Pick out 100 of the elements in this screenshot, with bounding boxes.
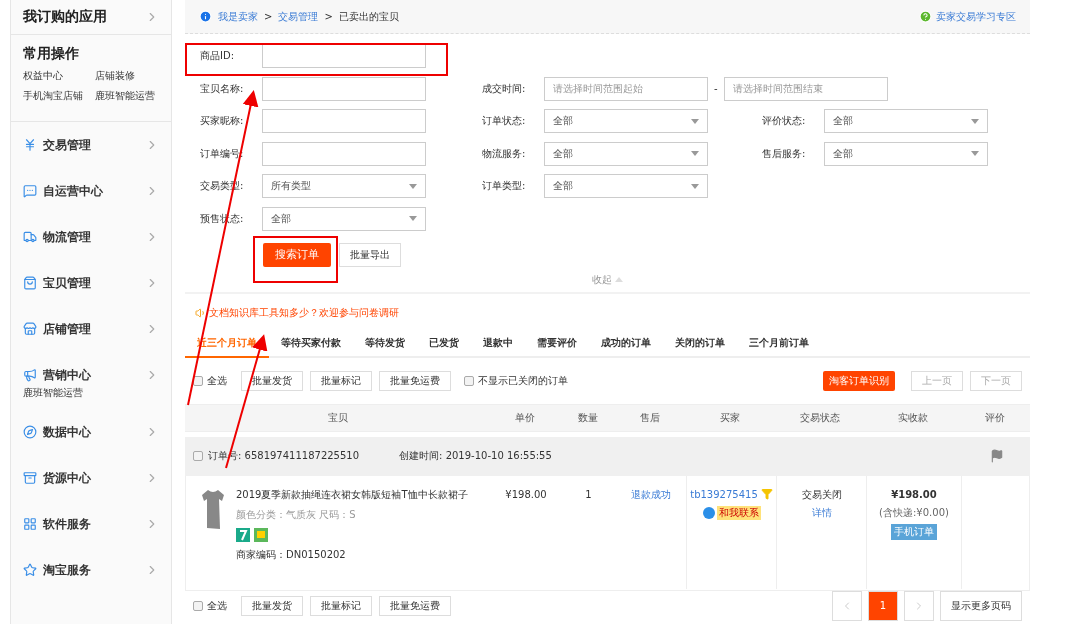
star-icon — [23, 563, 37, 577]
checkbox-label: 全选 — [207, 598, 227, 613]
info-icon — [199, 10, 212, 23]
survey-link[interactable]: 文档知识库工具知多少？欢迎参与问卷调研 — [209, 306, 399, 320]
order-tab[interactable]: 已发货 — [417, 331, 471, 358]
total-amount: ¥198.00 — [891, 487, 937, 502]
column-header: 实收款 — [896, 410, 929, 425]
created-time: 创建时间: 2019-10-10 16:55:55 — [399, 449, 552, 463]
product-title[interactable]: 2019夏季新款抽绳连衣裙女韩版短袖T恤中长款裙子 — [236, 487, 471, 502]
menu-item[interactable]: 数据中心 — [43, 423, 139, 441]
checkbox-label: 全选 — [207, 373, 227, 388]
checkbox[interactable] — [193, 600, 203, 611]
menu-item[interactable]: 营销中心 — [43, 366, 139, 384]
quick-link[interactable]: 权益中心 — [23, 69, 95, 83]
quick-link[interactable]: 手机淘宝店铺 — [23, 89, 95, 103]
truck-icon — [23, 230, 37, 244]
batch-button[interactable]: 批量免运费 — [379, 370, 451, 391]
unit-price: ¥198.00 — [505, 487, 547, 502]
text-field[interactable] — [262, 76, 426, 101]
order-tab[interactable]: 等待发货 — [353, 331, 417, 358]
checkbox[interactable] — [193, 451, 203, 461]
caret-icon — [691, 183, 699, 189]
menu-item[interactable]: 软件服务 — [43, 515, 139, 533]
megaphone-icon — [23, 368, 37, 382]
column-header: 单价 — [514, 410, 536, 425]
caret-icon — [971, 151, 979, 156]
menu-item[interactable]: 物流管理 — [43, 228, 139, 246]
buyer-link[interactable]: tb139275415 — [690, 487, 758, 502]
menu-item[interactable]: 淘宝服务 — [43, 561, 139, 579]
batch-button[interactable]: 批量标记 — [310, 370, 372, 391]
batch-button[interactable]: 批量发货 — [241, 370, 303, 391]
order-tab[interactable]: 三个月前订单 — [737, 331, 821, 358]
order-tab[interactable]: 关闭的订单 — [663, 331, 737, 358]
order-tab[interactable]: 成功的订单 — [589, 331, 663, 358]
mobile-order-tag: 手机订单 — [891, 523, 937, 540]
next-page-button[interactable] — [904, 590, 934, 621]
column-header: 数量 — [576, 410, 599, 425]
batch-button[interactable]: 批量标记 — [310, 595, 372, 616]
quick-link[interactable]: 店铺装修 — [95, 69, 159, 83]
batch-button[interactable]: 批量免运费 — [379, 595, 451, 616]
text-field[interactable] — [262, 141, 426, 166]
more-pages-button[interactable]: 显示更多页码 — [940, 590, 1022, 621]
breadcrumb-current: 已卖出的宝贝 — [338, 9, 399, 24]
menu-item[interactable]: 交易管理 — [43, 136, 139, 154]
breadcrumb-link[interactable]: 我是卖家 — [218, 9, 258, 24]
field-label: 成交时间: — [482, 81, 527, 96]
caret-icon — [691, 118, 699, 124]
seven-day-icon — [236, 527, 250, 542]
dropdown[interactable]: 全部 — [544, 174, 708, 198]
field-label: 宝贝名称: — [200, 81, 245, 96]
field-label: 买家昵称: — [200, 114, 245, 128]
detail-link[interactable]: 详情 — [811, 505, 832, 520]
order-tab[interactable]: 需要评价 — [525, 331, 589, 358]
date-field[interactable]: 请选择时间范围起始 — [544, 76, 708, 101]
quantity: 1 — [585, 487, 592, 502]
batch-button[interactable]: 批量发货 — [241, 595, 303, 616]
help-link[interactable]: 卖家交易学习专区 — [919, 9, 1016, 24]
dropdown[interactable]: 全部 — [262, 206, 426, 231]
menu-item[interactable]: 货源中心 — [43, 469, 139, 487]
contact-link[interactable]: 和我联系 — [716, 505, 761, 520]
order-tab[interactable]: 退款中 — [471, 331, 525, 358]
speaker-icon — [195, 307, 207, 319]
service-icon — [254, 527, 268, 542]
shopping-bag-icon — [23, 276, 37, 290]
field-label: 商品ID: — [200, 49, 236, 63]
export-button[interactable]: 批量导出 — [339, 242, 401, 267]
compass-icon — [23, 425, 37, 439]
flag-icon[interactable] — [990, 449, 1004, 463]
dropdown[interactable]: 全部 — [824, 141, 988, 166]
quick-link[interactable]: 鹿班智能运营 — [95, 89, 159, 103]
archive-icon — [23, 471, 37, 485]
grid-icon — [23, 517, 37, 531]
submenu-link[interactable]: 鹿班智能运营 — [23, 386, 159, 409]
shipping-fee: (含快递:¥0.00) — [879, 505, 949, 520]
menu-item[interactable]: 店铺管理 — [43, 320, 139, 338]
menu-item[interactable]: 宝贝管理 — [43, 274, 139, 292]
merchant-code: 商家编码：DN0150202 — [236, 547, 347, 562]
checkbox[interactable] — [193, 375, 203, 386]
breadcrumb-link[interactable]: 交易管理 — [278, 9, 319, 24]
column-header: 评价 — [984, 410, 1006, 425]
help-link-text[interactable]: 卖家交易学习专区 — [936, 9, 1016, 24]
date-field[interactable]: 请选择时间范围结束 — [723, 76, 888, 101]
column-header: 买家 — [719, 410, 741, 425]
prev-page-button[interactable] — [832, 590, 862, 621]
section-title: 常用操作 — [23, 45, 79, 61]
funnel-icon[interactable] — [760, 487, 773, 500]
dropdown[interactable]: 全部 — [544, 141, 708, 166]
after-sale-link[interactable]: 退款成功 — [631, 487, 671, 502]
dropdown[interactable]: 全部 — [824, 109, 988, 133]
checkbox[interactable] — [464, 375, 474, 386]
yen-icon — [23, 138, 37, 152]
menu-item[interactable]: 自运营中心 — [43, 182, 139, 200]
text-field[interactable] — [262, 44, 426, 68]
dropdown[interactable]: 全部 — [544, 109, 708, 133]
column-header: 宝贝 — [326, 410, 349, 425]
order-tab[interactable]: 等待买家付款 — [269, 331, 353, 358]
text-field[interactable] — [262, 109, 426, 133]
dropdown[interactable]: 所有类型 — [262, 174, 426, 198]
field-label: 售后服务: — [762, 146, 807, 161]
help-icon — [919, 10, 932, 23]
